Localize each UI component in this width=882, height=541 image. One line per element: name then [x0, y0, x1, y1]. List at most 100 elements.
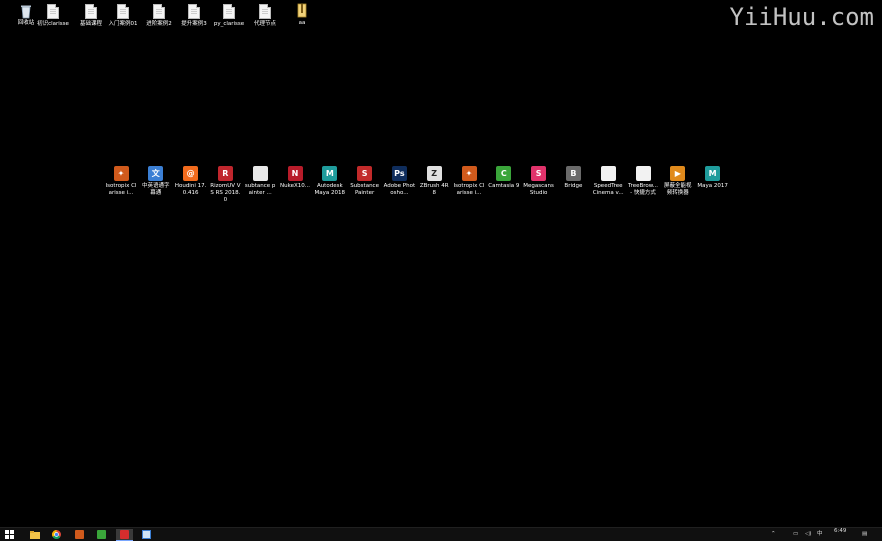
clarisse-icon: ✦: [113, 166, 129, 181]
photoshop-icon: Ps: [391, 166, 407, 181]
desktop-app-icon[interactable]: ✦ Isotropix Clarisse i...: [105, 166, 137, 197]
clarisse-icon: [75, 530, 84, 539]
desktop-app-label: Adobe Photosho...: [383, 183, 416, 196]
desktop-app-icon[interactable]: Z ZBrush 4R8: [418, 166, 450, 197]
desktop-app-icon[interactable]: S Substance Painter: [349, 166, 381, 197]
start-button[interactable]: [3, 529, 16, 540]
desktop-app-label: NukeX10...: [280, 183, 310, 189]
document-icon: [188, 4, 200, 19]
desktop-app-label: 屏蔽全能视频转换器: [664, 183, 692, 196]
desktop-app-label: Autodesk Maya 2018: [314, 183, 346, 196]
desktop-app-label: RizomUV VS RS 2018.0: [210, 183, 241, 203]
recorder-button[interactable]: [116, 529, 133, 541]
app-icon: [142, 530, 151, 539]
desktop-app-icon[interactable]: Ps Adobe Photosho...: [383, 166, 415, 197]
desktop-app-icon[interactable]: R RizomUV VS RS 2018.0: [209, 166, 241, 204]
camtasia-icon: C: [496, 166, 512, 181]
desktop-app-label: Camtasia 9: [488, 183, 520, 189]
desktop-app-icon[interactable]: M Autodesk Maya 2018: [314, 166, 346, 197]
chrome-icon: [52, 530, 61, 539]
app-button[interactable]: [140, 529, 153, 540]
watermark: YiiHuu.com: [729, 3, 875, 31]
desktop-app-label: 中英语通字幕通: [142, 183, 170, 196]
file-explorer-button[interactable]: [28, 529, 41, 540]
desktop-icon[interactable]: aa: [285, 3, 319, 27]
clarisse-icon: ✦: [461, 166, 477, 181]
network-icon[interactable]: ▭: [793, 528, 798, 541]
tray-chevron-icon[interactable]: ⌃: [771, 528, 776, 541]
desktop: YiiHuu.com 回收站 初识clarisse 基础课程 入门案例01 进阶案例2 提…: [0, 0, 882, 527]
recycle-bin-icon: [21, 5, 31, 19]
houdini-icon: @: [183, 166, 199, 181]
treebrowser-icon: [635, 166, 651, 181]
desktop-app-icon[interactable]: TreeBrow... - 快捷方式: [627, 166, 659, 197]
desktop-app-label: Isotropix Clarisse i...: [453, 183, 485, 196]
taskbar: ⌃ ▭ ◁) 中 6:49 ▤: [0, 527, 882, 541]
desktop-icon-label: py_clarisse: [213, 21, 245, 27]
folder-icon: [29, 530, 40, 539]
desktop-app-icon[interactable]: C Camtasia 9: [488, 166, 520, 190]
volume-icon[interactable]: ◁): [805, 528, 811, 541]
desktop-app-label: TreeBrow... - 快捷方式: [628, 183, 658, 196]
camtasia-button[interactable]: [95, 529, 108, 540]
camtasia-icon: [97, 530, 106, 539]
desktop-app-label: Bridge: [564, 183, 583, 189]
clock-time[interactable]: 6:49: [834, 528, 846, 541]
desktop-icon[interactable]: 代理节点: [248, 3, 282, 28]
desktop-icon[interactable]: py_clarisse: [212, 3, 246, 28]
windows-start-icon: [5, 530, 14, 539]
desktop-icon[interactable]: 基础课程: [74, 3, 108, 28]
maya-icon: M: [322, 166, 338, 181]
desktop-icon[interactable]: 入门案例01: [106, 3, 140, 28]
desktop-app-icon[interactable]: SpeedTree Cinema v...: [592, 166, 624, 197]
desktop-icon-label: 代理节点: [253, 21, 276, 27]
desktop-icon-label: 基础课程: [79, 21, 102, 27]
desktop-icon[interactable]: 初识clarisse: [36, 3, 70, 28]
notification-icon[interactable]: ▤: [862, 528, 867, 541]
desktop-icon-label: 入门案例01: [108, 21, 138, 27]
megascans-icon: S: [531, 166, 547, 181]
desktop-icon-label: 初识clarisse: [37, 21, 69, 27]
desktop-icon[interactable]: 提升案例3: [177, 3, 211, 28]
desktop-app-label: subtance painter ...: [244, 183, 276, 196]
desktop-icon[interactable]: 进阶案例2: [142, 3, 176, 28]
chrome-button[interactable]: [50, 529, 63, 540]
clarisse-button[interactable]: [73, 529, 86, 540]
desktop-app-icon[interactable]: 文中英语通字幕通: [140, 166, 172, 197]
desktop-app-icon[interactable]: N NukeX10...: [279, 166, 311, 190]
document-icon: [153, 4, 165, 19]
desktop-app-icon[interactable]: S Megascans Studio: [523, 166, 555, 197]
archive-icon: [297, 3, 307, 18]
desktop-app-icon[interactable]: M Maya 2017: [697, 166, 729, 190]
shortcut-document-icon: [252, 166, 268, 181]
desktop-app-icon[interactable]: @ Houdini 17.0.416: [175, 166, 207, 197]
document-icon: [47, 4, 59, 19]
desktop-app-label: SpeedTree Cinema v...: [592, 183, 624, 196]
speedtree-icon: [600, 166, 616, 181]
desktop-app-label: Houdini 17.0.416: [174, 183, 207, 196]
desktop-app-label: Substance Painter: [350, 183, 379, 196]
desktop-app-label: Megascans Studio: [523, 183, 554, 196]
nuke-icon: N: [287, 166, 303, 181]
desktop-app-label: Isotropix Clarisse i...: [105, 183, 137, 196]
document-icon: [223, 4, 235, 19]
document-icon: [259, 4, 271, 19]
desktop-app-icon[interactable]: ▶ 屏蔽全能视频转换器: [662, 166, 694, 197]
desktop-app-icon[interactable]: ✦ Isotropix Clarisse i...: [453, 166, 485, 197]
video-converter-icon: ▶: [670, 166, 686, 181]
document-icon: [117, 4, 129, 19]
recorder-icon: [120, 530, 129, 539]
document-icon: [85, 4, 97, 19]
desktop-app-label: ZBrush 4R8: [419, 183, 449, 196]
bridge-icon: B: [565, 166, 581, 181]
desktop-app-label: Maya 2017: [697, 183, 728, 189]
subtitle-app-icon: 文: [148, 166, 164, 181]
ime-indicator[interactable]: 中: [817, 528, 823, 541]
desktop-app-icon[interactable]: subtance painter ...: [244, 166, 276, 197]
desktop-icon-label: aa: [298, 20, 306, 26]
desktop-icon-label: 进阶案例2: [146, 21, 172, 27]
rizomuv-icon: R: [217, 166, 233, 181]
desktop-app-icon[interactable]: B Bridge: [557, 166, 589, 190]
maya-icon: M: [705, 166, 721, 181]
substance-painter-icon: S: [357, 166, 373, 181]
